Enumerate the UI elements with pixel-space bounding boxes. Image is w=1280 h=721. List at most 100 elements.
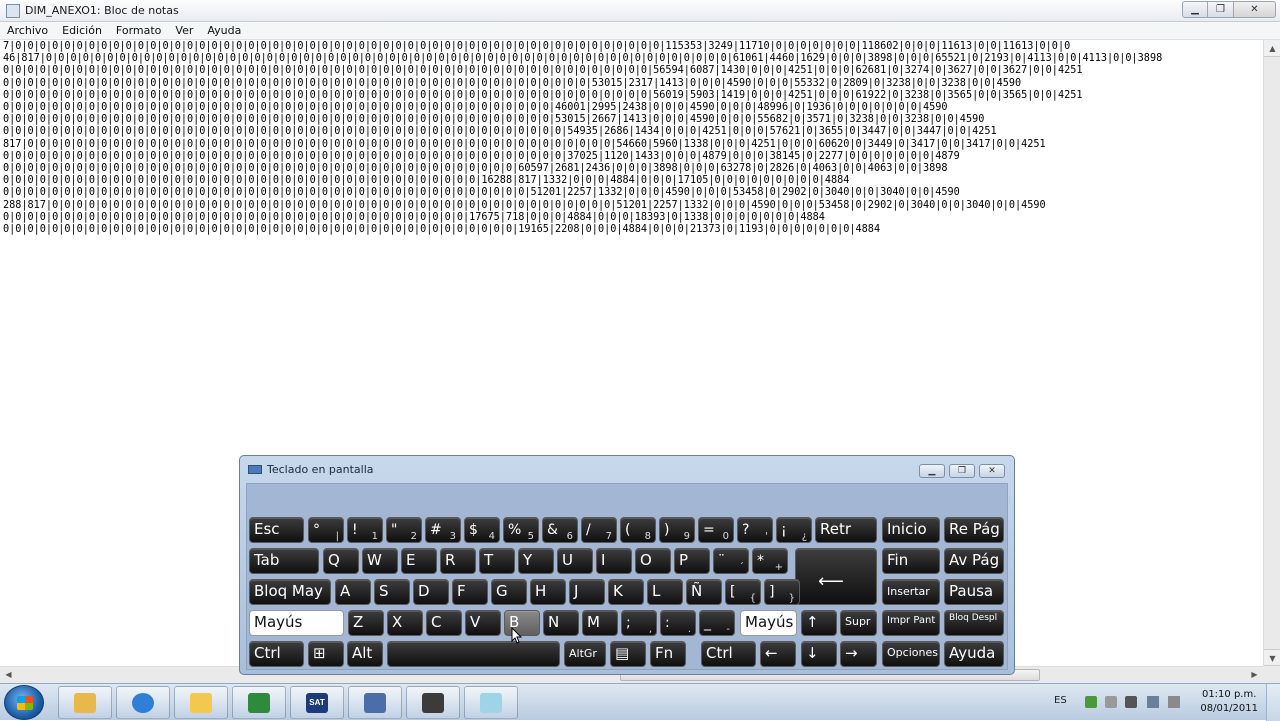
key-insertar[interactable]: Insertar <box>882 579 940 605</box>
key-diaeresis[interactable]: ¨ ´ <box>713 548 749 574</box>
volume-icon[interactable] <box>1168 696 1180 708</box>
taskbar-security-app[interactable] <box>406 686 460 719</box>
key-mayus-right[interactable]: Mayús <box>740 610 797 636</box>
action-center-icon[interactable] <box>1125 696 1137 708</box>
menu-ayuda[interactable]: Ayuda <box>200 22 248 39</box>
key-underscore[interactable]: _ - <box>699 610 735 636</box>
key-0[interactable]: = 0 <box>698 517 734 543</box>
taskbar-internet-explorer[interactable] <box>116 686 170 719</box>
osk-restore-button[interactable]: ❐ <box>949 464 975 478</box>
key-t[interactable]: T <box>479 548 515 574</box>
key-arrow-left[interactable]: ← <box>760 641 796 667</box>
key-2[interactable]: " 2 <box>386 517 422 543</box>
key-ctrl-left[interactable]: Ctrl <box>249 641 304 667</box>
taskbar-sat[interactable]: SAT <box>290 686 344 719</box>
key-inicio[interactable]: Inicio <box>882 517 940 543</box>
key-3[interactable]: #3 <box>425 517 461 543</box>
key-4[interactable]: $4 <box>464 517 500 543</box>
osk-minimize-button[interactable]: ▁ <box>919 464 945 478</box>
key-8[interactable]: (8 <box>620 517 656 543</box>
vertical-scrollbar[interactable]: ▲ ▼ <box>1263 40 1280 666</box>
key-impr-pant[interactable]: Impr Pant <box>882 610 940 636</box>
osk-close-button[interactable]: ✕ <box>979 464 1005 478</box>
show-hidden-icons-icon[interactable] <box>1105 696 1117 708</box>
key-l[interactable]: L <box>647 579 683 605</box>
key-windows[interactable]: ⊞ <box>308 641 344 667</box>
key-6[interactable]: & 6 <box>542 517 578 543</box>
key-plus[interactable]: * + <box>752 548 788 574</box>
menu-ver[interactable]: Ver <box>168 22 200 39</box>
key-5[interactable]: % 5 <box>503 517 539 543</box>
show-desktop-button[interactable] <box>1266 684 1280 721</box>
close-button[interactable]: ✕ <box>1234 1 1276 18</box>
restore-button[interactable]: ❐ <box>1208 1 1234 18</box>
key-ayuda[interactable]: Ayuda <box>944 641 1004 667</box>
editor-content[interactable]: 7|0|0|0|0|0|0|0|0|0|0|0|0|0|0|0|0|0|0|0|… <box>3 41 1162 236</box>
key-y[interactable]: Y <box>518 548 554 574</box>
key-7[interactable]: /7 <box>581 517 617 543</box>
scroll-down-arrow[interactable]: ▼ <box>1264 649 1280 666</box>
key-pausa[interactable]: Pausa <box>944 579 1004 605</box>
key-f[interactable]: F <box>452 579 488 605</box>
key-k[interactable]: K <box>608 579 644 605</box>
key-o[interactable]: O <box>635 548 671 574</box>
menu-edicion[interactable]: Edición <box>55 22 109 39</box>
key-n-tilde[interactable]: Ñ <box>686 579 722 605</box>
key-opciones[interactable]: Opciones <box>882 641 940 667</box>
key-question[interactable]: ? ' <box>737 517 773 543</box>
key-p[interactable]: P <box>674 548 710 574</box>
network-icon[interactable] <box>1147 696 1159 708</box>
key-arrow-down[interactable]: ↓ <box>801 641 837 667</box>
key-u[interactable]: U <box>557 548 593 574</box>
menu-formato[interactable]: Formato <box>109 22 169 39</box>
scroll-up-arrow[interactable]: ▲ <box>1264 40 1280 57</box>
key-arrow-up[interactable]: ↑ <box>801 610 837 636</box>
key-h[interactable]: H <box>530 579 566 605</box>
taskbar-explorer[interactable] <box>174 686 228 719</box>
key-a[interactable]: A <box>335 579 371 605</box>
key-enter[interactable]: ⟵ <box>795 548 877 605</box>
key-bracket-left[interactable]: [{ <box>725 579 761 605</box>
key-degree[interactable]: ° | <box>308 517 344 543</box>
key-j[interactable]: J <box>569 579 605 605</box>
key-i[interactable]: I <box>596 548 632 574</box>
key-colon[interactable]: :. <box>660 610 696 636</box>
key-fn[interactable]: Fn <box>650 641 686 667</box>
key-n[interactable]: N <box>543 610 579 636</box>
key-fin[interactable]: Fin <box>882 548 940 574</box>
key-alt[interactable]: Alt <box>347 641 383 667</box>
key-z[interactable]: Z <box>348 610 384 636</box>
taskbar-network-app[interactable] <box>348 686 402 719</box>
key-r[interactable]: R <box>440 548 476 574</box>
menu-archivo[interactable]: Archivo <box>0 22 55 39</box>
taskbar-notepad[interactable] <box>464 686 518 719</box>
key-mayus-left[interactable]: Mayús <box>249 610 344 636</box>
key-9[interactable]: ) 9 <box>659 517 695 543</box>
key-e[interactable]: E <box>401 548 437 574</box>
key-backspace[interactable]: Retr <box>815 517 877 543</box>
key-supr[interactable]: Supr <box>840 610 877 636</box>
key-ctrl-right[interactable]: Ctrl <box>701 641 756 667</box>
taskbar-excel[interactable] <box>232 686 286 719</box>
key-g[interactable]: G <box>491 579 527 605</box>
key-repag[interactable]: Re Pág <box>944 517 1004 543</box>
key-altgr[interactable]: AltGr <box>564 641 606 667</box>
clock[interactable]: 01:10 p.m. 08/01/2011 <box>1200 688 1258 716</box>
key-bracket-right[interactable]: ]} <box>764 579 800 605</box>
scroll-left-arrow[interactable]: ◀ <box>0 667 17 683</box>
tray-app-icon[interactable] <box>1085 696 1097 708</box>
key-space[interactable] <box>387 641 560 667</box>
key-bloq-may[interactable]: Bloq May <box>249 579 331 605</box>
key-c[interactable]: C <box>426 610 462 636</box>
taskbar-outlook[interactable] <box>58 686 112 719</box>
key-v[interactable]: V <box>465 610 501 636</box>
key-avpag[interactable]: Av Pág <box>944 548 1004 574</box>
scroll-right-arrow[interactable]: ▶ <box>1246 667 1263 683</box>
key-w[interactable]: W <box>362 548 398 574</box>
minimize-button[interactable]: ▁ <box>1182 1 1208 18</box>
key-q[interactable]: Q <box>323 548 359 574</box>
key-d[interactable]: D <box>413 579 449 605</box>
key-semicolon[interactable]: ;, <box>621 610 657 636</box>
key-bloq-despl[interactable]: Bloq Despl <box>944 610 1004 636</box>
key-tab[interactable]: Tab <box>249 548 319 574</box>
